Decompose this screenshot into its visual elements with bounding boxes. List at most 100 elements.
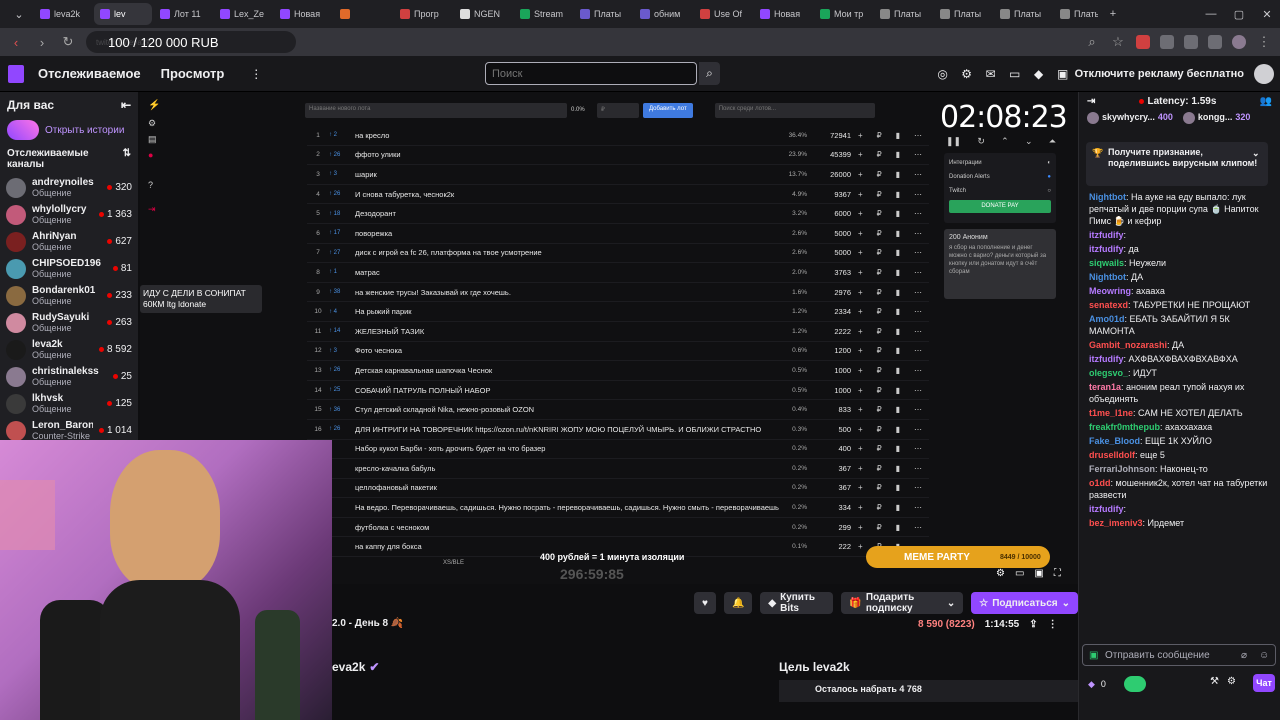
buy-bits-button[interactable]: ◆ Купить Bits <box>760 592 834 614</box>
theatre-mode-icon[interactable]: ▭ <box>1015 568 1024 579</box>
rub-icon[interactable]: ₽ <box>877 405 882 414</box>
delete-icon[interactable]: ▮ <box>896 386 900 395</box>
follow-heart-button[interactable]: ♥ <box>694 592 716 614</box>
nav-following[interactable]: Отслеживаемое <box>38 66 141 81</box>
add-icon[interactable]: + <box>858 209 863 218</box>
rub-icon[interactable]: ₽ <box>877 503 882 512</box>
activity-icon[interactable]: ◎ <box>931 67 955 81</box>
bookmark-star-icon[interactable]: ☆ <box>1110 34 1126 50</box>
new-tab-button[interactable]: + <box>1100 8 1126 20</box>
more-icon[interactable]: ⋯ <box>914 503 922 512</box>
chat-username[interactable]: itzfudify <box>1089 354 1124 364</box>
points-icon[interactable]: ◆ <box>1088 679 1095 690</box>
notifications-bell-button[interactable]: 🔔 <box>723 592 753 614</box>
lot-search-input[interactable]: Поиск среди лотов... <box>714 102 875 118</box>
delete-icon[interactable]: ▮ <box>896 366 900 375</box>
delete-icon[interactable]: ▮ <box>896 346 900 355</box>
search-input[interactable] <box>485 62 697 85</box>
more-icon[interactable]: ⋯ <box>914 190 922 199</box>
search-button[interactable]: ⌕ <box>699 62 720 85</box>
add-icon[interactable]: + <box>858 150 863 159</box>
delete-icon[interactable]: ▮ <box>896 483 900 492</box>
crown-icon[interactable]: ◆ <box>1027 67 1051 81</box>
chat-username[interactable]: teran1a <box>1089 382 1121 392</box>
back-icon[interactable]: ‹ <box>8 35 24 50</box>
sidebar-channel[interactable]: leva2k Общение 8 592 <box>0 336 138 363</box>
sidebar-channel[interactable]: CHIPSOED196 Общение 81 <box>0 255 138 282</box>
more-icon[interactable]: ⋯ <box>914 288 922 297</box>
timer-down-icon[interactable]: ⌄ <box>1025 136 1033 147</box>
chat-username[interactable]: Amo01d <box>1089 314 1125 324</box>
delete-icon[interactable]: ▮ <box>896 464 900 473</box>
sidebar-channel[interactable]: whylollycry Общение 1 363 <box>0 201 138 228</box>
reload-icon[interactable]: ↻ <box>60 34 76 50</box>
add-icon[interactable]: + <box>858 288 863 297</box>
rub-icon[interactable]: ₽ <box>877 366 882 375</box>
zoom-icon[interactable]: ⌕ <box>1084 34 1100 50</box>
browser-tab[interactable]: Use Of <box>694 3 752 25</box>
delete-icon[interactable]: ▮ <box>896 209 900 218</box>
chat-username[interactable]: Nightbot <box>1089 272 1126 282</box>
rub-icon[interactable]: ₽ <box>877 464 882 473</box>
more-icon[interactable]: ⋯ <box>914 405 922 414</box>
delete-icon[interactable]: ▮ <box>896 229 900 238</box>
delete-icon[interactable]: ▮ <box>896 131 900 140</box>
media-icon[interactable] <box>1208 35 1222 49</box>
bonus-icon[interactable] <box>1123 676 1146 692</box>
add-icon[interactable]: + <box>858 248 863 257</box>
chat-username[interactable]: Fake_Blood <box>1089 436 1140 446</box>
add-icon[interactable]: + <box>858 386 863 395</box>
chat-username[interactable]: FerrariJohnson <box>1089 464 1155 474</box>
browser-tab[interactable]: NGEN <box>454 3 512 25</box>
profile-avatar[interactable] <box>1232 35 1246 49</box>
add-icon[interactable]: + <box>858 523 863 532</box>
pause-icon[interactable]: ❚❚ <box>946 136 961 147</box>
timer-up-icon[interactable]: ⌃ <box>1001 136 1009 147</box>
chat-username[interactable]: itzfudify <box>1089 244 1124 254</box>
browser-tab[interactable]: lev <box>94 3 152 25</box>
sidebar-channel[interactable]: christinalekss Общение 25 <box>0 363 138 390</box>
chat-username[interactable]: druselldolf <box>1089 450 1135 460</box>
more-icon[interactable]: ⋯ <box>914 366 922 375</box>
add-icon[interactable]: + <box>858 327 863 336</box>
add-icon[interactable]: + <box>858 190 863 199</box>
more-icon[interactable]: ⋯ <box>914 346 922 355</box>
browser-tab[interactable]: обним <box>634 3 692 25</box>
toggle-icon[interactable]: ◐ <box>1047 160 1051 166</box>
more-icon[interactable]: ⋯ <box>914 425 922 434</box>
extensions-puzzle-icon[interactable] <box>1184 35 1198 49</box>
channel-name[interactable]: eva2k <box>332 660 365 674</box>
browser-tab[interactable]: Платы <box>1054 3 1098 25</box>
more-icon[interactable]: ⋯ <box>914 386 922 395</box>
browser-tab[interactable]: Новая <box>754 3 812 25</box>
inbox-icon[interactable]: ✉ <box>979 67 1003 81</box>
collapse-chat-icon[interactable]: ⇥ <box>1087 96 1095 107</box>
delete-icon[interactable]: ▮ <box>896 268 900 277</box>
add-icon[interactable]: + <box>858 444 863 453</box>
more-icon[interactable]: ⋯ <box>914 248 922 257</box>
clip-icon[interactable]: ▣ <box>1034 568 1043 579</box>
share-icon[interactable]: ⇪ <box>1029 619 1037 630</box>
chat-username[interactable]: Gambit_nozarashi <box>1089 340 1167 350</box>
rub-icon[interactable]: ₽ <box>877 288 882 297</box>
sidebar-channel[interactable]: AhriNyan Общение 627 <box>0 228 138 255</box>
browser-tab[interactable]: Платы <box>934 3 992 25</box>
rub-icon[interactable]: ₽ <box>877 170 882 179</box>
rub-icon[interactable]: ₽ <box>877 523 882 532</box>
tab-menu-icon[interactable]: ⌄ <box>6 8 32 21</box>
rub-icon[interactable]: ₽ <box>877 327 882 336</box>
rub-icon[interactable]: ₽ <box>877 346 882 355</box>
rub-icon[interactable]: ₽ <box>877 268 882 277</box>
more-icon[interactable]: ⋮ <box>244 67 268 81</box>
tool-list-icon[interactable]: ▤ <box>148 134 157 145</box>
fullscreen-icon[interactable]: ⛶ <box>1054 568 1061 579</box>
add-lot-button[interactable]: Добавить лот <box>643 102 693 118</box>
address-bar[interactable]: twitch.tv/leva2k 100 / 120 000 RUB <box>86 31 296 53</box>
add-icon[interactable]: + <box>858 268 863 277</box>
more-icon[interactable]: ⋯ <box>914 307 922 316</box>
chat-username[interactable]: bez_imeniv3 <box>1089 518 1143 528</box>
extension-icon[interactable] <box>1136 35 1150 49</box>
browser-tab[interactable]: leva2k <box>34 3 92 25</box>
chat-username[interactable]: t1me_l1ne <box>1089 408 1133 418</box>
more-icon[interactable]: ⋯ <box>914 170 922 179</box>
